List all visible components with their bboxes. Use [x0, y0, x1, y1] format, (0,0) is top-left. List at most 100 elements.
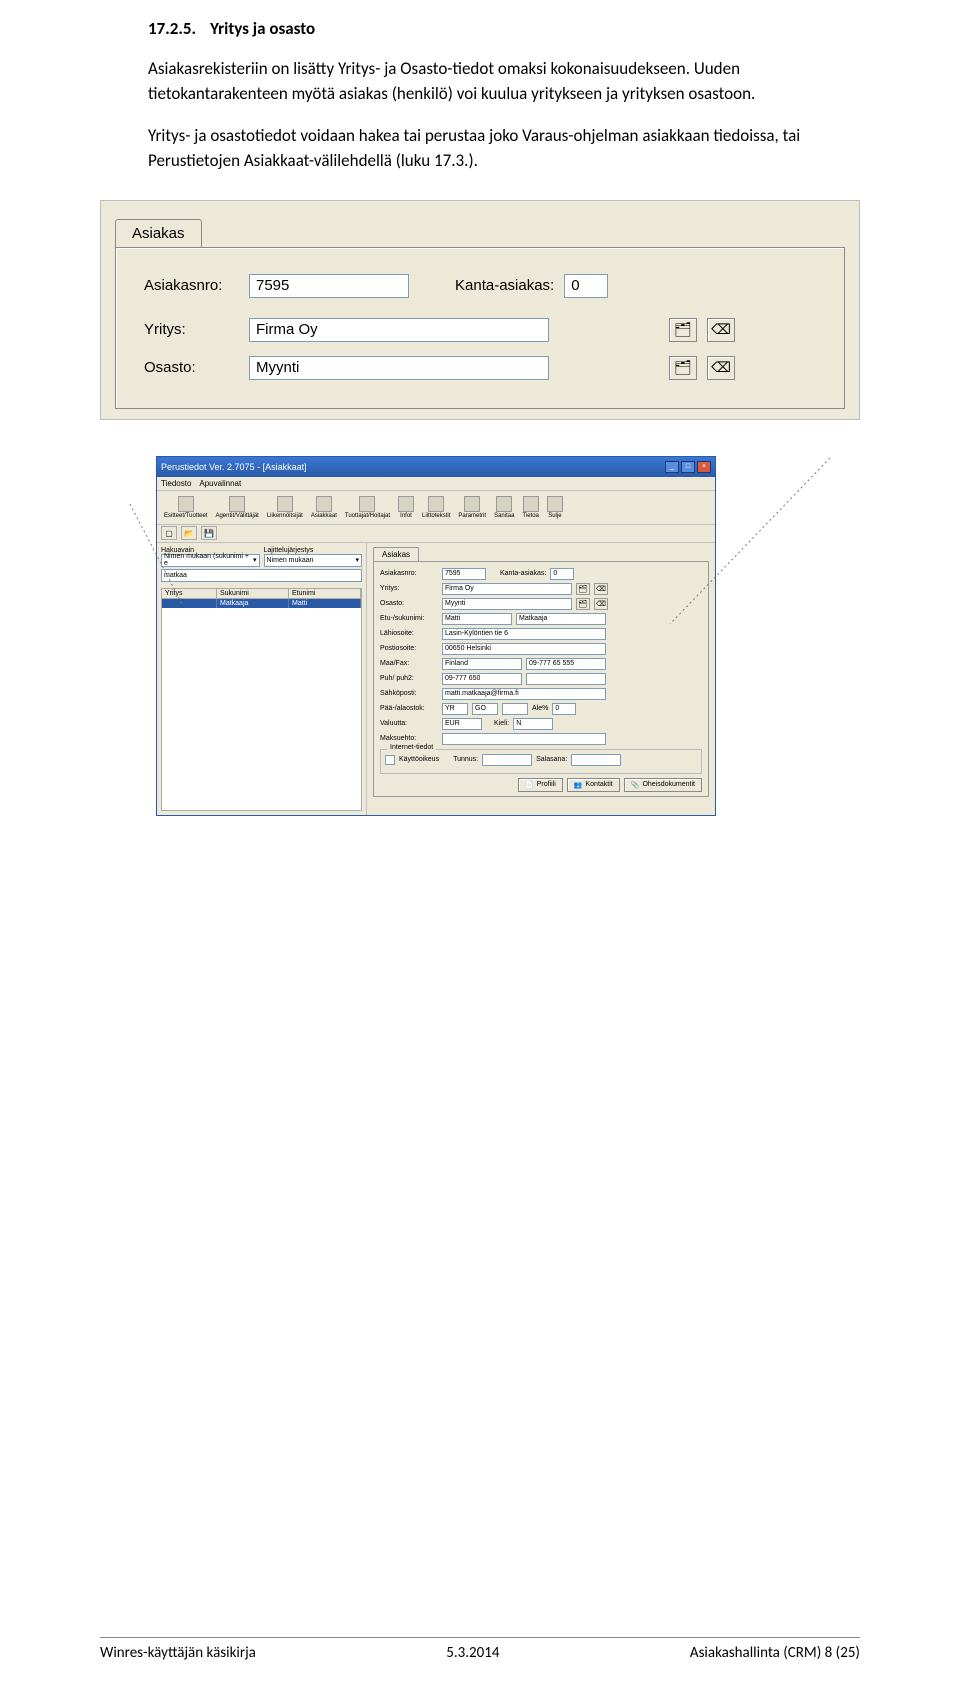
detail-panel: Asiakasnro: 7595 Kanta-asiakas: 0 Yritys… — [373, 561, 709, 797]
minimize-button[interactable]: _ — [665, 461, 679, 473]
screenshot-perustiedot-window: Perustiedot Ver. 2.7075 - [Asiakkaat] _ … — [156, 456, 716, 816]
detail-tab-asiakas[interactable]: Asiakas — [373, 547, 419, 561]
footer-center: 5.3.2014 — [446, 1644, 499, 1662]
d-input-kieli[interactable]: N — [513, 718, 553, 730]
window-title: Perustiedot Ver. 2.7075 - [Asiakkaat] — [161, 462, 307, 472]
list-row-selected[interactable]: Matkaaja Matti — [162, 599, 361, 608]
d-label-paaostok: Pää-/alaostok: — [380, 705, 438, 712]
d-label-ale: Ale% — [532, 705, 548, 712]
d-input-tunnus[interactable] — [482, 754, 532, 766]
tb-sanitaa[interactable]: Sanitaa — [491, 496, 517, 519]
d-input-puh[interactable]: 09-777 650 — [442, 673, 522, 685]
menu-tiedosto[interactable]: Tiedosto — [161, 479, 191, 488]
screenshot-asiakas-panel: Asiakas Asiakasnro: 7595 Kanta-asiakas: … — [100, 200, 860, 420]
d-input-sahkoposti[interactable]: matti.matkaaja@firma.fi — [442, 688, 606, 700]
d-input-alaostok[interactable] — [502, 703, 528, 715]
footer-left: Winres-käyttäjän käsikirja — [100, 1644, 256, 1662]
heading-number: 17.2.5. — [148, 18, 196, 39]
col-etunimi[interactable]: Etunimi — [289, 589, 361, 598]
input-kanta-asiakas[interactable]: 0 — [564, 274, 608, 298]
button-kontaktit[interactable]: 👥 Kontaktit — [567, 778, 620, 792]
button-oheisdokumentit[interactable]: 📎 Oheisdokumentit — [624, 778, 702, 792]
clear-osasto-button[interactable]: ⌫ — [707, 356, 735, 380]
d-label-etusuku: Etu-/sukunimi: — [380, 615, 438, 622]
tb-liikennoitsijat[interactable]: Liikennöitsijät — [264, 496, 306, 519]
d-input-salasana[interactable] — [571, 754, 621, 766]
d-label-asiakasnro: Asiakasnro: — [380, 570, 438, 577]
label-kanta-asiakas: Kanta-asiakas: — [455, 277, 554, 294]
d-clear-yritys-icon[interactable]: ⌫ — [594, 583, 608, 595]
checkbox-kayttooikeus[interactable] — [385, 755, 395, 765]
d-label-maksuehto: Maksuehto: — [380, 735, 438, 742]
maximize-button[interactable]: □ — [681, 461, 695, 473]
tb2-new-icon[interactable]: ▢ — [161, 526, 177, 540]
d-label-maafax: Maa/Fax: — [380, 660, 438, 667]
input-osasto[interactable]: Myynti — [249, 356, 549, 380]
d-input-maksuehto[interactable] — [442, 733, 606, 745]
tb-tuottajat[interactable]: Tuottajat/Hoitajat — [342, 496, 393, 519]
input-yritys[interactable]: Firma Oy — [249, 318, 549, 342]
lookup-yritys-button[interactable]: 🗂 — [669, 318, 697, 342]
lookup-osasto-button[interactable]: 🗂 — [669, 356, 697, 380]
paragraph-2: Yritys- ja osastotiedot voidaan hakea ta… — [148, 124, 860, 173]
input-asiakasnro[interactable]: 7595 — [249, 274, 409, 298]
d-input-valuutta[interactable]: EUR — [442, 718, 482, 730]
d-lookup-yritys-icon[interactable]: 🗂 — [576, 583, 590, 595]
d-input-ale[interactable]: 0 — [552, 703, 576, 715]
tab-asiakas[interactable]: Asiakas — [115, 219, 202, 247]
col-yritys[interactable]: Yritys — [162, 589, 217, 598]
main-toolbar: Esitteet/Tuotteet Agentit/Välittäjät Lii… — [157, 491, 715, 525]
list-body: Matkaaja Matti — [161, 599, 362, 811]
d-input-asiakasnro[interactable]: 7595 — [442, 568, 486, 580]
label-yritys: Yritys: — [144, 321, 239, 338]
dropdown-hakuavain[interactable]: Nimen mukaan (sukunimi + e — [161, 554, 260, 567]
d-label-kanta: Kanta-asiakas: — [500, 570, 546, 577]
secondary-toolbar: ▢ 📂 💾 — [157, 525, 715, 543]
button-profiili[interactable]: 📄 Profiili — [518, 778, 563, 792]
d-lookup-osasto-icon[interactable]: 🗂 — [576, 598, 590, 610]
d-input-postiosoite[interactable]: 00650 Helsinki — [442, 643, 606, 655]
tb-agentit[interactable]: Agentit/Välittäjät — [212, 496, 261, 519]
d-label-puh: Puh/ puh2: — [380, 675, 438, 682]
menu-apuvalinnat[interactable]: Apuvalinnat — [199, 479, 241, 488]
tb-asiakkaat[interactable]: Asiakkaat — [308, 496, 340, 519]
d-input-etunimi[interactable]: Matti — [442, 613, 512, 625]
asiakas-panel: Asiakasnro: 7595 Kanta-asiakas: 0 Yritys… — [115, 247, 845, 409]
tb-sulje[interactable]: Sulje — [544, 496, 566, 519]
d-input-sukunimi[interactable]: Matkaaja — [516, 613, 606, 625]
d-input-kanta[interactable]: 0 — [550, 568, 574, 580]
section-heading: 17.2.5. Yritys ja osasto — [148, 18, 860, 39]
tb-esitteet[interactable]: Esitteet/Tuotteet — [161, 496, 210, 519]
d-input-yritys[interactable]: Firma Oy — [442, 583, 572, 595]
d-label-yritys: Yritys: — [380, 585, 438, 592]
d-input-osasto[interactable]: Myynti — [442, 598, 572, 610]
tb-parametrit[interactable]: Parametrit — [455, 496, 489, 519]
left-search-panel: Hakuavain Nimen mukaan (sukunimi + e Laj… — [157, 543, 367, 815]
search-input[interactable]: matkaa — [161, 569, 362, 582]
close-button[interactable]: × — [697, 461, 711, 473]
d-label-kayttooikeus: Käyttöoikeus — [399, 756, 439, 763]
label-lajittelu: Lajittelujärjestys — [264, 547, 363, 554]
page-footer: Winres-käyttäjän käsikirja 5.3.2014 Asia… — [100, 1637, 860, 1662]
d-label-kieli: Kieli: — [494, 720, 509, 727]
tb-tietoa[interactable]: Tietoa — [519, 496, 541, 519]
d-label-salasana: Salasana: — [536, 756, 567, 763]
d-label-valuutta: Valuutta: — [380, 720, 438, 727]
d-input-lahiosoite[interactable]: Lasin-Kylöntien tie 6 — [442, 628, 606, 640]
d-label-lahiosoite: Lähiosoite: — [380, 630, 438, 637]
tb2-save-icon[interactable]: 💾 — [201, 526, 217, 540]
dropdown-lajittelu[interactable]: Nimen mukaan — [264, 554, 363, 567]
clear-yritys-button[interactable]: ⌫ — [707, 318, 735, 342]
tb2-open-icon[interactable]: 📂 — [181, 526, 197, 540]
d-label-sahkoposti: Sähköposti: — [380, 690, 438, 697]
d-input-go[interactable]: GO — [472, 703, 498, 715]
tb-liittotekstit[interactable]: Liittotekstit — [419, 496, 453, 519]
label-asiakasnro: Asiakasnro: — [144, 277, 239, 294]
tb-infot[interactable]: Infot — [395, 496, 417, 519]
d-input-fax[interactable]: 09-777 65 555 — [526, 658, 606, 670]
d-input-maa[interactable]: Finland — [442, 658, 522, 670]
d-input-puh2[interactable] — [526, 673, 606, 685]
col-sukunimi[interactable]: Sukunimi — [217, 589, 289, 598]
d-input-paaostok[interactable]: YR — [442, 703, 468, 715]
d-clear-osasto-icon[interactable]: ⌫ — [594, 598, 608, 610]
